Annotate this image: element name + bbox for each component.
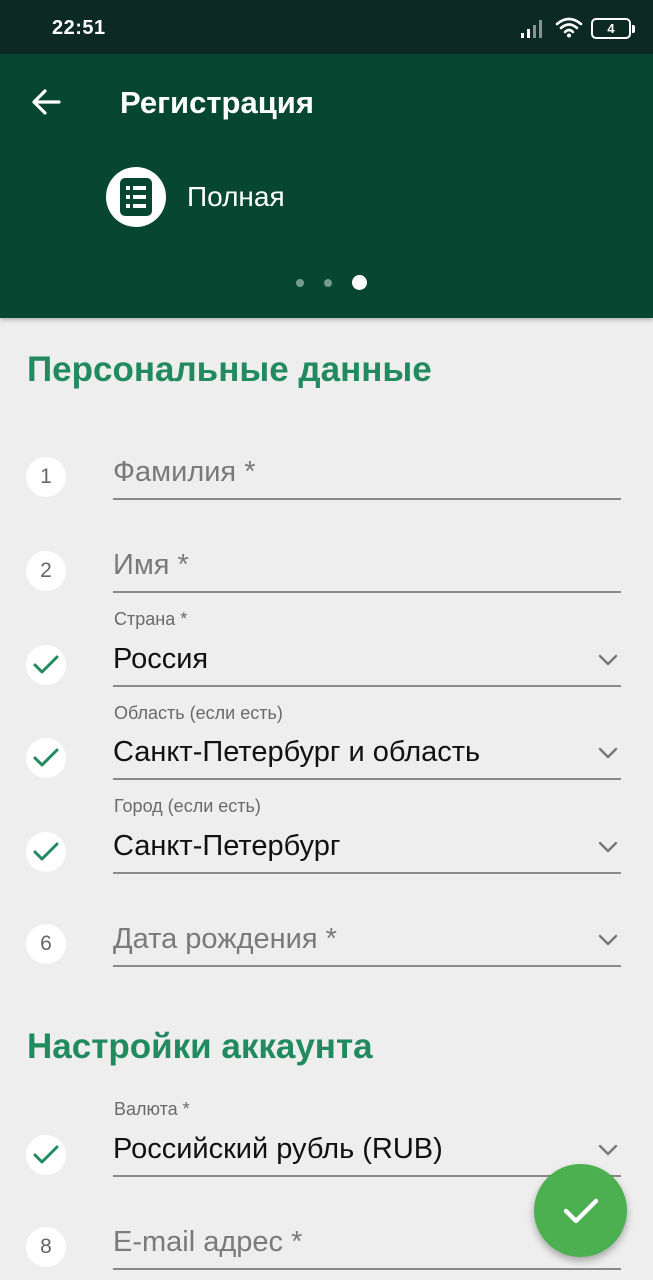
- check-icon: [33, 748, 59, 767]
- country-select[interactable]: Россия: [113, 637, 621, 687]
- check-icon: [33, 842, 59, 861]
- page-dot-3-active[interactable]: [352, 275, 367, 290]
- city-label: Город (если есть): [114, 796, 261, 816]
- section-title-account: Настройки аккаунта: [27, 1027, 373, 1066]
- check-icon: [33, 655, 59, 674]
- wifi-icon: [555, 17, 583, 38]
- country-label: Страна *: [114, 609, 188, 629]
- signal-icon: [521, 20, 542, 38]
- city-value: Санкт-Петербург: [113, 830, 341, 862]
- step-marker-6: 6: [26, 924, 66, 964]
- app-bar: Регистрация Полная: [0, 54, 653, 318]
- submit-fab-button[interactable]: [534, 1164, 627, 1257]
- page-dot-1[interactable]: [296, 278, 304, 287]
- birthdate-placeholder: Дата рождения *: [113, 923, 337, 955]
- status-bar: 22:51 4: [0, 0, 653, 54]
- chevron-down-icon: [598, 1144, 618, 1156]
- chevron-down-icon: [598, 654, 618, 666]
- surname-field[interactable]: Фамилия *: [113, 450, 621, 500]
- page-title: Регистрация: [120, 85, 314, 120]
- currency-select[interactable]: Российский рубль (RUB): [113, 1127, 621, 1177]
- battery-icon: 4: [591, 18, 635, 39]
- step-marker-2: 2: [26, 551, 66, 591]
- check-marker-region: [26, 738, 66, 778]
- page-indicator[interactable]: [296, 275, 367, 290]
- check-marker-country: [26, 645, 66, 685]
- name-field[interactable]: Имя *: [113, 543, 621, 593]
- step-marker-8: 8: [26, 1227, 66, 1267]
- surname-placeholder: Фамилия *: [113, 456, 256, 488]
- currency-value: Российский рубль (RUB): [113, 1133, 443, 1165]
- check-icon: [33, 1145, 59, 1164]
- page-dot-2[interactable]: [324, 278, 332, 287]
- chevron-down-icon: [598, 747, 618, 759]
- region-label: Область (если есть): [114, 703, 283, 723]
- chevron-down-icon: [598, 934, 618, 946]
- step-marker-1: 1: [26, 457, 66, 497]
- region-select[interactable]: Санкт-Петербург и область: [113, 730, 621, 780]
- chevron-down-icon: [598, 841, 618, 853]
- section-title-personal: Персональные данные: [27, 350, 432, 389]
- birthdate-select[interactable]: Дата рождения *: [113, 917, 621, 967]
- region-value: Санкт-Петербург и область: [113, 736, 481, 768]
- check-icon: [563, 1198, 598, 1223]
- back-button[interactable]: [22, 80, 70, 124]
- check-marker-city: [26, 832, 66, 872]
- email-placeholder: E-mail адрес *: [113, 1226, 303, 1258]
- city-select[interactable]: Санкт-Петербург: [113, 824, 621, 874]
- registration-type-label: Полная: [187, 181, 285, 212]
- list-document-icon: [106, 167, 166, 227]
- currency-label: Валюта *: [114, 1099, 190, 1119]
- arrow-left-icon: [32, 89, 61, 115]
- check-marker-currency: [26, 1135, 66, 1175]
- name-placeholder: Имя *: [113, 549, 189, 581]
- status-time: 22:51: [52, 17, 106, 39]
- country-value: Россия: [113, 643, 209, 675]
